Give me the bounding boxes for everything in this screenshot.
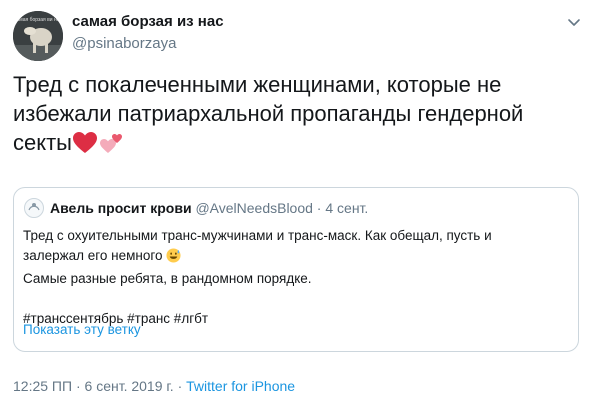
chevron-down-icon[interactable] (566, 14, 582, 30)
avatar-image: самая борзая ви нас (13, 11, 63, 61)
quoted-tweet-text: Тред с охуительными транс-мужчинами и тр… (23, 226, 568, 329)
quoted-line: Самые разные ребята, в рандомном порядке… (23, 271, 312, 286)
author-display-name[interactable]: самая борзая из нас (72, 13, 224, 30)
quoted-line: Тред с охуительными транс-мужчинами и тр… (23, 228, 492, 243)
tweet-source-link[interactable]: Twitter for iPhone (186, 378, 295, 394)
quoted-line-with-emoji: залержал его немного (23, 246, 568, 269)
tweet-line-last: секты (13, 128, 583, 162)
tweet-line: секты (13, 130, 72, 155)
separator-dot: · (316, 200, 322, 216)
tweet-date[interactable]: 6 сент. 2019 г. (85, 378, 174, 394)
tweet-time[interactable]: 12:25 ПП (13, 378, 72, 394)
quoted-tweet-card[interactable]: Авель просит крови @AvelNeedsBlood · 4 с… (13, 187, 579, 352)
quoted-line: залержал его немного (23, 248, 163, 263)
separator-dot: · (75, 378, 81, 394)
quoted-display-name[interactable]: Авель просит крови (50, 200, 192, 216)
two-hearts-icon (98, 131, 124, 162)
tweet-line: избежали патриархальной пропаганды генде… (13, 101, 524, 126)
separator-dot: · (177, 378, 183, 394)
tweet-metadata: 12:25 ПП · 6 сент. 2019 г. · Twitter for… (13, 378, 295, 394)
quoted-tweet-header: Авель просит крови @AvelNeedsBlood · 4 с… (50, 200, 368, 216)
grinning-sweat-face-icon (166, 248, 181, 269)
tweet-text: Тред с покалеченными женщинами, которые … (13, 70, 583, 162)
quoted-handle[interactable]: @AvelNeedsBlood (195, 200, 312, 216)
author-handle[interactable]: @psinaborzaya (72, 35, 176, 52)
author-avatar[interactable]: самая борзая ви нас (13, 11, 63, 61)
quoted-author-avatar[interactable] (24, 198, 44, 218)
quoted-date[interactable]: 4 сент. (325, 200, 368, 216)
tweet-line: Тред с покалеченными женщинами, которые … (13, 72, 502, 97)
avatar-caption: самая борзая ви нас (14, 17, 63, 23)
show-thread-link[interactable]: Показать эту ветку (23, 322, 141, 337)
red-heart-icon (72, 131, 98, 162)
